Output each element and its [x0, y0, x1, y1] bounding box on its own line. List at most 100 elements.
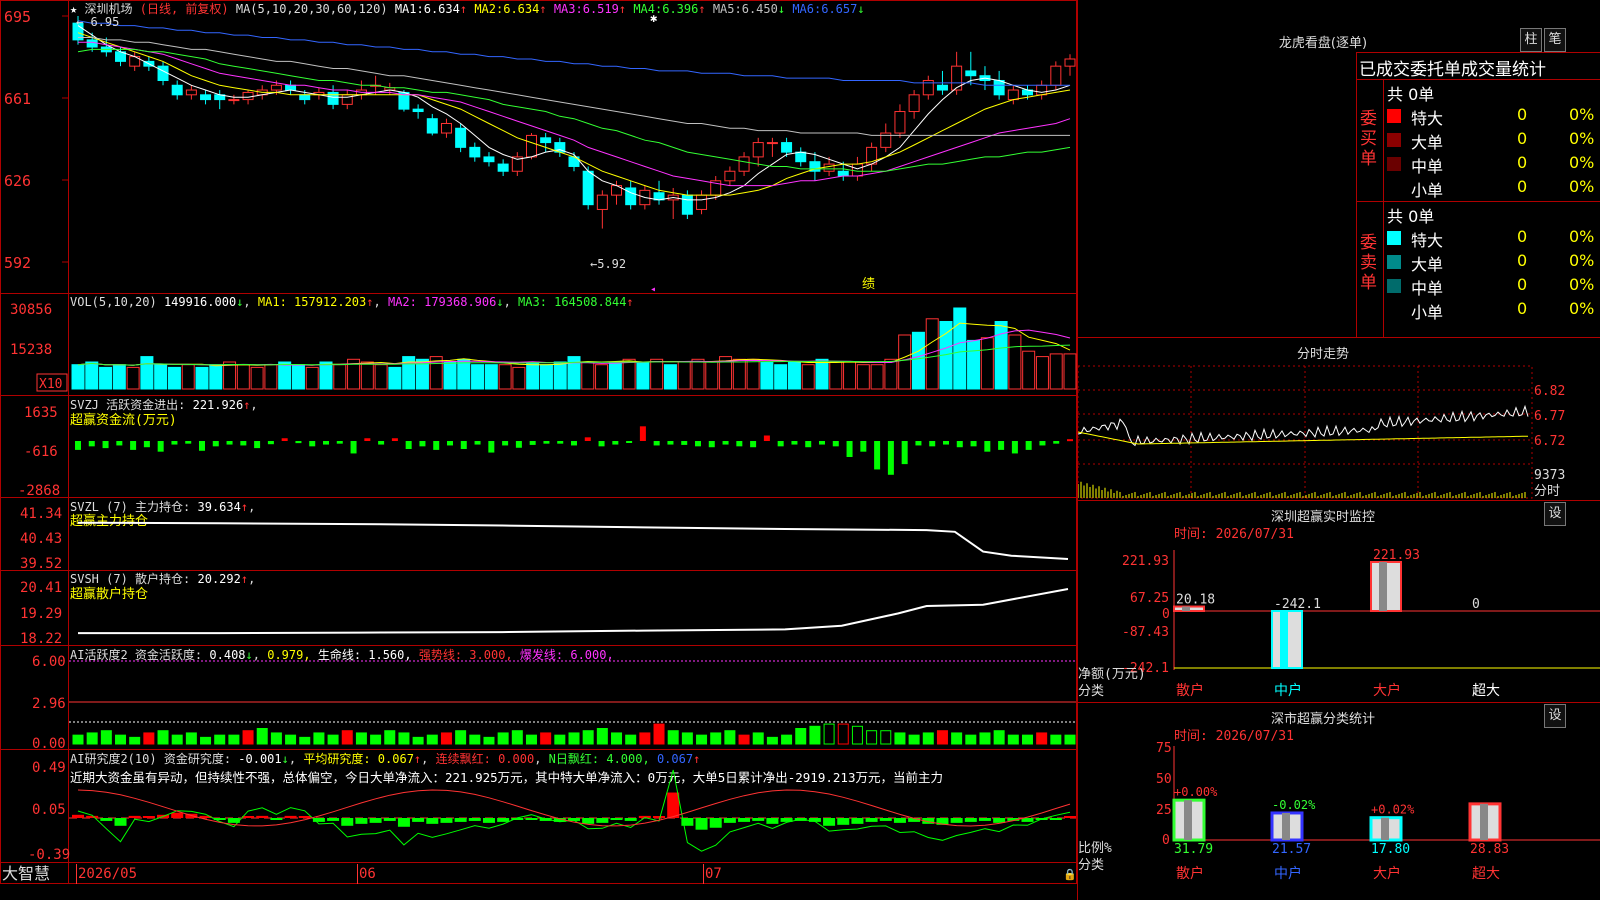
svzj-bar[interactable] — [722, 441, 729, 445]
svzj-bar[interactable] — [130, 441, 137, 450]
ai-research-bar[interactable] — [837, 818, 850, 825]
volume-bar[interactable] — [622, 358, 636, 390]
candle[interactable] — [426, 118, 438, 134]
ai-active-bar[interactable] — [540, 732, 552, 745]
ai-active-bar[interactable] — [936, 730, 948, 745]
ai-research-bar[interactable] — [624, 818, 637, 821]
svzj-bar[interactable] — [212, 441, 219, 447]
lock-icon[interactable]: 🔒 — [1063, 868, 1077, 881]
svzj-bar[interactable] — [143, 441, 150, 448]
volume-bar[interactable] — [154, 364, 168, 390]
svzj-bar[interactable] — [502, 441, 509, 446]
candle[interactable] — [993, 79, 1005, 96]
candle[interactable] — [823, 163, 835, 172]
svzj-bar[interactable] — [350, 441, 357, 454]
candle[interactable] — [200, 94, 212, 101]
candle[interactable] — [1050, 65, 1062, 86]
candle[interactable] — [894, 111, 906, 134]
ai-active-bar[interactable] — [100, 730, 112, 745]
ai-research-bar[interactable] — [270, 818, 283, 820]
ai-active-bar[interactable] — [455, 730, 467, 745]
svzj-bar[interactable] — [116, 441, 123, 446]
ai-active-bar[interactable] — [1036, 732, 1048, 745]
ai-research-bar[interactable] — [582, 818, 595, 824]
candle[interactable] — [228, 99, 240, 102]
ai-active-bar[interactable] — [837, 723, 849, 745]
ai-active-bar[interactable] — [1050, 734, 1062, 745]
svzj-bar[interactable] — [309, 441, 316, 447]
ai-research-bar[interactable] — [369, 818, 382, 823]
svzj-bar[interactable] — [681, 441, 688, 445]
volume-bar[interactable] — [140, 356, 154, 390]
ai-active-bar[interactable] — [525, 734, 537, 745]
candle[interactable] — [738, 156, 750, 172]
ai-active-bar[interactable] — [951, 732, 963, 745]
ai-active-bar[interactable] — [781, 734, 793, 745]
volume-bar[interactable] — [484, 364, 498, 390]
ai-active-bar[interactable] — [1064, 734, 1076, 745]
ai-active-bar[interactable] — [582, 730, 594, 745]
ai-research-bar[interactable] — [879, 818, 892, 821]
ai-active-bar[interactable] — [667, 730, 679, 745]
candle[interactable] — [327, 91, 339, 105]
volume-bar[interactable] — [209, 364, 223, 390]
volume-bar[interactable] — [402, 356, 416, 390]
ai-active-bar[interactable] — [143, 732, 155, 745]
ai-active-bar[interactable] — [313, 732, 325, 745]
ai-research-bar[interactable] — [709, 818, 722, 828]
volume-bar[interactable] — [457, 358, 471, 390]
ai-active-bar[interactable] — [341, 730, 353, 745]
svzj-bar[interactable] — [887, 441, 894, 475]
volume-bar[interactable] — [567, 356, 581, 390]
ai-active-bar[interactable] — [611, 732, 623, 745]
app-logo[interactable]: 大智慧 — [2, 864, 50, 883]
volume-bar[interactable] — [498, 364, 512, 390]
svzj-bar[interactable] — [998, 441, 1005, 450]
ai-research-bar[interactable] — [723, 818, 736, 823]
ai-research-bar[interactable] — [851, 818, 864, 824]
classify-bars[interactable]: +0.00% 31.79 散户 -0.02% 21.57 中户 +0.02% 17.80 大户 2… — [1172, 785, 1509, 882]
ai-research-bar[interactable] — [256, 815, 269, 818]
svzj-bar[interactable] — [750, 441, 757, 448]
candle[interactable] — [497, 163, 509, 172]
ai-research-bar[interactable] — [752, 818, 765, 821]
ai-active-bar[interactable] — [965, 734, 977, 745]
lhb-tabs[interactable]: 已成交委托单成交量统计 — [1359, 55, 1546, 80]
candle[interactable] — [525, 134, 537, 158]
candle[interactable] — [681, 194, 693, 215]
svzj-bar[interactable] — [777, 441, 784, 447]
volume-bars[interactable] — [71, 307, 1077, 390]
candle[interactable] — [540, 137, 552, 144]
monitor-bars[interactable]: 20.18 散户 -242.1 中户 221.93 大户 0 超大 — [1173, 548, 1500, 699]
svzj-bar[interactable] — [832, 441, 839, 447]
candle[interactable] — [1036, 84, 1048, 96]
candle[interactable] — [299, 94, 311, 101]
svzj-bar[interactable] — [571, 441, 577, 446]
svzj-bar[interactable] — [736, 441, 743, 447]
volume-bar[interactable] — [911, 331, 925, 390]
ai-research-bar[interactable] — [653, 816, 666, 818]
volume-bar[interactable] — [581, 361, 595, 390]
ai-active-bar[interactable] — [894, 732, 906, 745]
volume-bar[interactable] — [264, 364, 278, 390]
svzj-bar[interactable] — [474, 441, 481, 445]
ai-research-bar[interactable] — [142, 816, 155, 818]
candle[interactable] — [469, 146, 481, 158]
ai-research-bar[interactable] — [964, 818, 977, 822]
ai-active-bar[interactable] — [86, 732, 98, 745]
volume-bar[interactable] — [374, 364, 388, 390]
svzj-bar[interactable] — [612, 441, 619, 445]
volume-bar[interactable] — [636, 361, 650, 390]
ai-active-bar[interactable] — [851, 725, 863, 745]
candle[interactable] — [185, 89, 197, 96]
volume-bar[interactable] — [236, 364, 250, 390]
ai-active-bar[interactable] — [497, 732, 509, 745]
volume-bar[interactable] — [870, 364, 884, 390]
volume-bar[interactable] — [1022, 350, 1036, 390]
candle[interactable] — [936, 84, 948, 91]
ai-research-bar[interactable] — [114, 818, 127, 826]
svzj-bar[interactable] — [915, 441, 922, 446]
ai-active-bar[interactable] — [384, 730, 396, 745]
ai-active-bar[interactable] — [625, 734, 637, 745]
volume-bar[interactable] — [815, 358, 829, 390]
